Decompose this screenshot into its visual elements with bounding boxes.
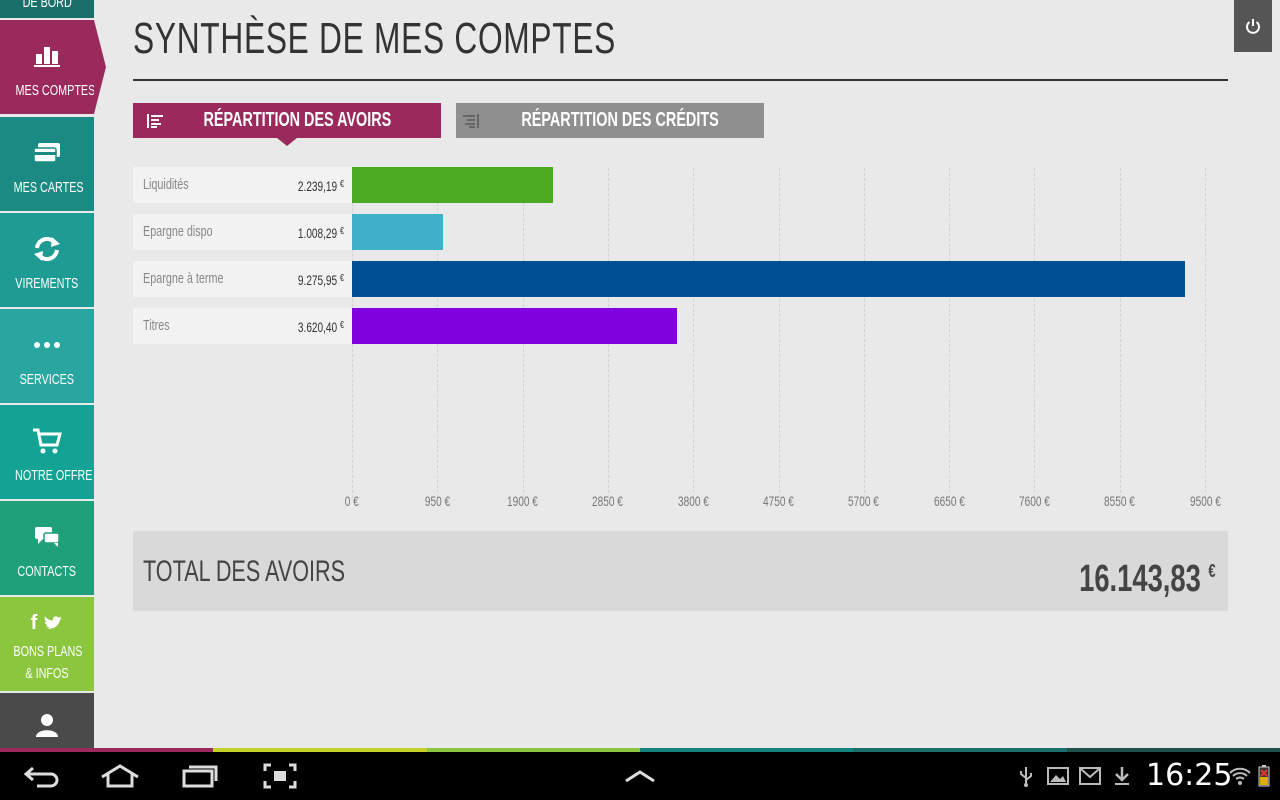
list-left-icon	[146, 113, 163, 128]
page-title: SYNTHÈSE DE MES COMPTES	[133, 14, 617, 63]
account-name: Titres	[143, 317, 170, 334]
bar-1[interactable]	[352, 167, 554, 203]
tab-repartition-credits[interactable]: RÉPARTITION DES CRÉDITS	[456, 103, 764, 138]
list-right-icon	[462, 113, 479, 128]
sidebar-item-profil[interactable]	[0, 693, 94, 748]
grid-line	[693, 168, 695, 498]
bar-2[interactable]	[352, 214, 443, 250]
battery-icon	[1256, 764, 1272, 788]
x-tick-label: 7600 €	[1018, 493, 1050, 509]
user-icon	[0, 711, 94, 739]
total-panel: TOTAL DES AVOIRS 16.143,83 €	[133, 531, 1228, 611]
sidebar-item-mes-comptes[interactable]: MES COMPTES	[0, 20, 106, 114]
account-row[interactable]: Epargne à terme 9.275,95 €	[133, 261, 352, 297]
tab-label: RÉPARTITION DES AVOIRS	[203, 109, 391, 131]
power-button[interactable]	[1234, 0, 1272, 52]
title-divider	[133, 79, 1228, 81]
account-row[interactable]: Epargne dispo 1.008,29 €	[133, 214, 352, 250]
gallery-icon	[1046, 764, 1070, 788]
total-value: 16.143,83 €	[1079, 558, 1216, 600]
cart-icon	[0, 427, 94, 455]
sidebar-item-label: SERVICES	[19, 371, 75, 388]
x-tick-label: 0 €	[344, 493, 360, 509]
tab-label: RÉPARTITION DES CRÉDITS	[521, 109, 719, 131]
x-tick-label: 4750 €	[763, 493, 794, 509]
home-icon[interactable]	[100, 760, 140, 792]
account-row[interactable]: Liquidités 2.239,19 €	[133, 167, 352, 203]
x-tick-label: 1900 €	[507, 493, 539, 509]
back-icon[interactable]	[22, 760, 62, 792]
sidebar-item-label: MES COMPTES	[15, 82, 96, 99]
account-name: Epargne à terme	[143, 270, 224, 287]
sidebar-item-contacts[interactable]: CONTACTS	[0, 501, 94, 595]
repartition-bar-chart: 0 € 950 € 1900 € 2850 € 3800 € 4750 € 5700 € 66…	[133, 160, 1233, 520]
grid-line	[778, 168, 780, 498]
x-tick-label: 9500 €	[1189, 493, 1221, 509]
grid-line	[863, 168, 865, 498]
x-tick-label: 950 €	[424, 493, 450, 509]
sidebar-item-label: NOTRE OFFRE	[15, 467, 93, 484]
bar-chart-icon	[0, 42, 94, 70]
wifi-icon	[1229, 764, 1251, 788]
sidebar-item-label: MES CARTES	[13, 179, 84, 196]
x-tick-label: 3800 €	[677, 493, 709, 509]
x-tick-label: 2850 €	[592, 493, 624, 509]
sidebar-nav: DE BORD MES COMPTES MES CARTES VIREMENTS…	[0, 0, 106, 748]
grid-line	[949, 168, 951, 498]
sidebar-item-virements[interactable]: VIREMENTS	[0, 213, 94, 307]
cards-icon	[0, 139, 94, 167]
account-amount: 1.008,29 €	[297, 225, 344, 241]
grid-line	[1034, 168, 1036, 498]
account-amount: 2.239,19 €	[297, 178, 344, 194]
up-chevron-icon[interactable]	[620, 760, 660, 792]
account-amount: 3.620,40 €	[297, 319, 344, 335]
dots-icon	[0, 331, 94, 359]
sidebar-item-label: BONS PLANS	[13, 643, 83, 660]
sidebar-item-label: DE BORD	[22, 0, 72, 11]
sidebar-item-label-2: & INFOS	[25, 665, 69, 682]
bar-3[interactable]	[352, 261, 1185, 297]
total-label: TOTAL DES AVOIRS	[143, 555, 346, 588]
chat-icon	[0, 523, 94, 551]
sidebar-item-tableau-de-bord[interactable]: DE BORD	[0, 0, 94, 18]
sidebar-item-label: CONTACTS	[17, 563, 77, 580]
x-tick-label: 5700 €	[848, 493, 880, 509]
system-nav-bar: 16:25	[0, 752, 1280, 800]
grid-line	[1119, 168, 1121, 498]
recent-apps-icon[interactable]	[180, 760, 220, 792]
sidebar-item-label: VIREMENTS	[15, 275, 79, 292]
x-tick-label: 8550 €	[1104, 493, 1136, 509]
sidebar-item-mes-cartes[interactable]: MES CARTES	[0, 117, 94, 211]
tab-repartition-avoirs[interactable]: RÉPARTITION DES AVOIRS	[133, 103, 441, 138]
sidebar-item-services[interactable]: SERVICES	[0, 309, 94, 403]
screenshot-icon[interactable]	[260, 760, 300, 792]
sidebar-item-bons-plans[interactable]: f BONS PLANS & INFOS	[0, 597, 94, 691]
bar-4[interactable]	[352, 308, 678, 344]
account-name: Liquidités	[143, 176, 189, 193]
account-name: Epargne dispo	[143, 223, 213, 240]
grid-line	[1205, 168, 1206, 498]
facebook-twitter-icon: f	[0, 609, 94, 637]
x-tick-label: 6650 €	[933, 493, 965, 509]
account-row[interactable]: Titres 3.620,40 €	[133, 308, 352, 344]
account-amount: 9.275,95 €	[297, 272, 344, 288]
gmail-icon	[1078, 764, 1102, 788]
sidebar-item-notre-offre[interactable]: NOTRE OFFRE	[0, 405, 94, 499]
download-icon	[1112, 764, 1132, 788]
power-icon	[1246, 19, 1260, 34]
usb-icon	[1016, 764, 1036, 788]
status-clock: 16:25	[1146, 758, 1233, 793]
active-tab-caret	[277, 138, 297, 146]
transfer-icon	[0, 235, 94, 263]
